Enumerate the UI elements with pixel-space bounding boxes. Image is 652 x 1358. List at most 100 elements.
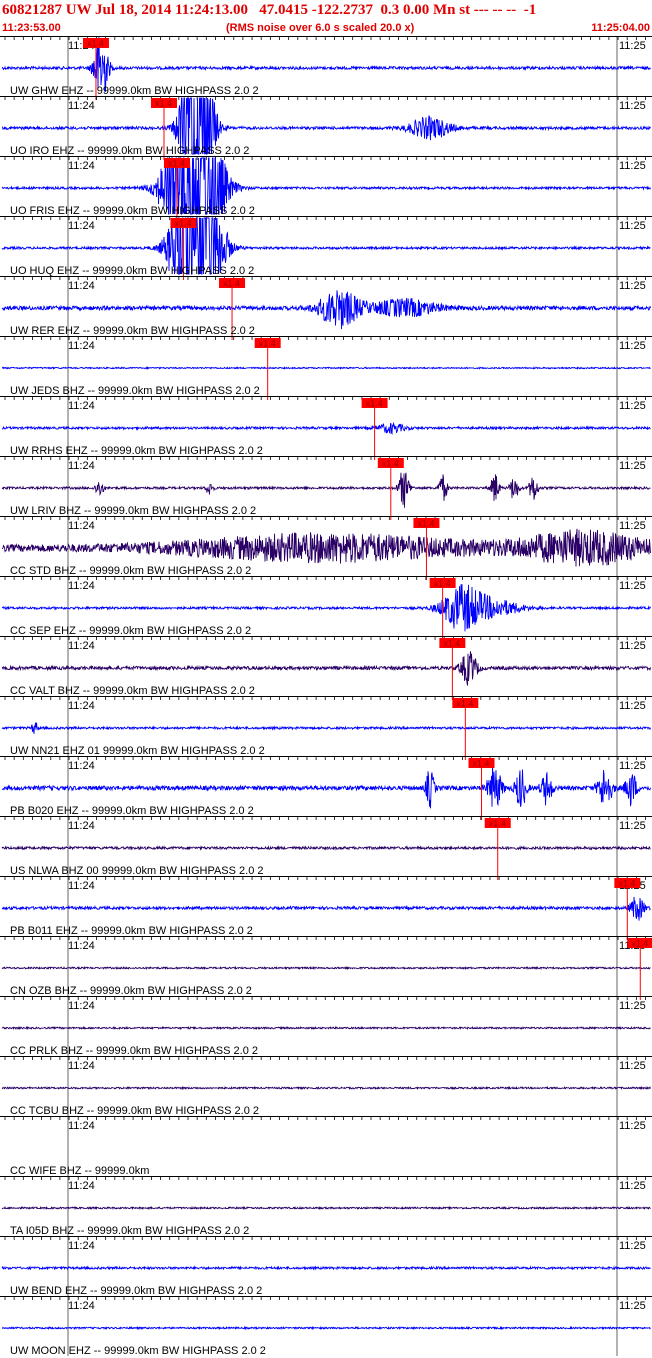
waveform-line	[1, 290, 651, 330]
tick-label: 11:24	[68, 1240, 95, 1252]
tick-label: 11:25	[619, 40, 646, 52]
pick-label: x1.4	[434, 579, 451, 589]
waveform-line	[1, 722, 651, 734]
trace-panel: 11:24 11:25 x1.4 UO FRIS EHZ -- 99999.0km B…	[0, 156, 652, 220]
station-label: UW LRIV BHZ -- 99999.0km BW HIGHPASS 2.0…	[10, 505, 256, 517]
trace-panel: 11:24 11:25 TA I05D BHZ -- 99999.0km BW HI…	[0, 1176, 652, 1237]
pick-label: x1.4	[382, 459, 399, 469]
pick-label: x1.4	[417, 519, 434, 529]
trace-panel: 11:24 11:25 UW BEND EHZ -- 99999.0km BW HI…	[0, 1236, 652, 1297]
tick-label: 11:24	[68, 1180, 95, 1192]
tick-label: 11:24	[68, 160, 95, 172]
trace-panel: 11:24 11:25 x1.4 UO IRO EHZ -- 99999.0km BW…	[0, 96, 652, 160]
tick-label: 11:24	[68, 1000, 95, 1012]
tick-label: 11:24	[68, 940, 95, 952]
pick-label: x1.4	[366, 399, 383, 409]
pick-label: x1.4	[631, 939, 648, 949]
trace-panel: 11:24 11:25x1.4UW GHW EHZ -- 99999.0km BW…	[0, 36, 652, 100]
tick-label: 11:24	[68, 280, 95, 292]
tick-label: 11:25	[619, 220, 646, 232]
tick-label: 11:25	[619, 700, 646, 712]
pick-label: x1.4	[473, 759, 490, 769]
station-label: UO HUQ EHZ -- 99999.0km BW HIGHPASS 2.0 …	[10, 265, 254, 277]
tick-label: 11:24	[68, 640, 95, 652]
trace-panel: 11:24 11:25 CC WIFE BHZ -- 99999.0km	[0, 1116, 652, 1177]
trace-panel: 11:24 11:25 x1.4 UW LRIV BHZ -- 99999.0km B…	[0, 456, 652, 520]
tick-label: 11:24	[68, 1120, 95, 1132]
tick-label: 11:25	[619, 400, 646, 412]
station-label: US NLWA BHZ 00 99999.0km BW HIGHPASS 2.0…	[10, 865, 264, 877]
tick-label: 11:25	[619, 280, 646, 292]
seismogram-traces: 11:24 11:25 x1.4 UW GHW EHZ -- 99999.0km BW…	[0, 36, 652, 1357]
tick-label: 11:24	[68, 1300, 95, 1312]
tick-label: 11:25	[619, 760, 646, 772]
trace-panel: 11:24 11:25 x1.4 UW RER EHZ -- 99999.0km BW…	[0, 276, 652, 340]
station-label: CC PRLK BHZ -- 99999.0km BW HIGHPASS 2.0…	[10, 1045, 258, 1057]
station-label: UO IRO EHZ -- 99999.0km BW HIGHPASS 2.0 …	[10, 145, 249, 157]
tick-label: 11:25	[619, 1240, 646, 1252]
waveform-line	[1, 1205, 651, 1211]
tick-label: 11:24	[68, 580, 95, 592]
pick-label: x1.4	[259, 339, 276, 349]
trace-panel: 11:24 11:25 x1.4 UW JEDS BHZ -- 99999.0km B…	[0, 336, 652, 400]
station-label: UW RRHS EHZ -- 99999.0km BW HIGHPASS 2.0…	[10, 445, 263, 457]
tick-label: 11:24	[68, 1060, 95, 1072]
tick-label: 11:25	[619, 100, 646, 112]
trace-panel: 11:24 11:25 x1.4 CC VALT BHZ -- 99999.0km B…	[0, 636, 652, 700]
pick-label: x1.4	[443, 639, 460, 649]
tick-label: 11:25	[619, 1180, 646, 1192]
trace-panel: 11:24 11:25 x1.4 UW NN21 EHZ 01 99999.0km B…	[0, 696, 652, 760]
tick-label: 11:24	[68, 820, 95, 832]
waveform-line	[1, 472, 651, 508]
station-label: CC VALT BHZ -- 99999.0km BW HIGHPASS 2.0…	[10, 685, 255, 697]
pick-label: x1.4	[618, 879, 635, 889]
trace-panel: 11:24 11:25 CC PRLK BHZ -- 99999.0km BW HI…	[0, 996, 652, 1057]
station-label: UW NN21 EHZ 01 99999.0km BW HIGHPASS 2.0…	[10, 745, 265, 757]
trace-panel: 11:24 11:25 CC TCBU BHZ -- 99999.0km BW HI…	[0, 1056, 652, 1117]
trace-panel: 11:24 11:25 x1.4 PB B020 EHZ -- 99999.0km B…	[0, 756, 652, 820]
station-label: UO FRIS EHZ -- 99999.0km BW HIGHPASS 2.0…	[10, 205, 255, 217]
pick-label: x1.4	[174, 219, 191, 229]
trace-panel: 11:24 11:25 UW MOON EHZ -- 99999.0km BW HI…	[0, 1296, 652, 1357]
tick-label: 11:24	[68, 760, 95, 772]
tick-label: 11:24	[68, 100, 95, 112]
tick-label: 11:24	[68, 880, 95, 892]
tick-label: 11:25	[619, 640, 646, 652]
end-time: 11:25:04.00	[591, 22, 650, 34]
pick-label: x1.4	[87, 39, 104, 49]
trace-panel: 11:2411:25x1.4PB B011 EHZ -- 99999.0km B…	[0, 876, 652, 940]
pick-label: x1.4	[223, 279, 240, 289]
tick-label: 11:25	[619, 340, 646, 352]
waveform-line	[1, 1085, 651, 1091]
station-label: CC STD BHZ -- 99999.0km BW HIGHPASS 2.0 …	[10, 565, 251, 577]
station-label: UW JEDS BHZ -- 99999.0km BW HIGHPASS 2.0…	[10, 385, 260, 397]
waveform-line	[1, 965, 651, 971]
tick-label: 11:25	[619, 820, 646, 832]
tick-label: 11:25	[619, 1120, 646, 1132]
tick-label: 11:25	[619, 1000, 646, 1012]
tick-label: 11:24	[68, 340, 95, 352]
tick-label: 11:25	[619, 460, 646, 472]
start-time: 11:23:53.00	[2, 22, 61, 34]
waveform-line	[1, 1025, 651, 1031]
tick-label: 11:25	[619, 520, 646, 532]
tick-label: 11:24	[68, 400, 95, 412]
station-label: UW BEND EHZ -- 99999.0km BW HIGHPASS 2.0…	[10, 1285, 262, 1297]
waveform-line	[1, 528, 651, 567]
pick-label: x1.4	[168, 159, 185, 169]
trace-panel: 11:24 11:25 x1.4 US NLWA BHZ 00 99999.0km B…	[0, 816, 652, 880]
trace-panel: 11:24 11:25 x1.4 UO HUQ EHZ -- 99999.0km BW…	[0, 216, 652, 280]
station-label: UW MOON EHZ -- 99999.0km BW HIGHPASS 2.0…	[10, 1345, 266, 1357]
station-label: CC SEP EHZ -- 99999.0km BW HIGHPASS 2.0 …	[10, 625, 251, 637]
station-label: CC WIFE BHZ -- 99999.0km	[10, 1165, 149, 1177]
waveform-line	[1, 651, 651, 686]
waveform-line	[1, 365, 651, 370]
waveform-line	[1, 767, 651, 809]
station-label: CC TCBU BHZ -- 99999.0km BW HIGHPASS 2.0…	[10, 1105, 259, 1117]
tick-label: 11:24	[68, 460, 95, 472]
pick-label: x1.4	[155, 99, 172, 109]
station-label: PB B011 EHZ -- 99999.0km BW HIGHPASS 2.0…	[10, 925, 253, 937]
tick-label: 11:25	[619, 1060, 646, 1072]
trace-panel: 11:2411:25x1.4CN OZB BHZ -- 99999.0km BW…	[0, 936, 652, 1000]
tick-label: 11:25	[619, 580, 646, 592]
